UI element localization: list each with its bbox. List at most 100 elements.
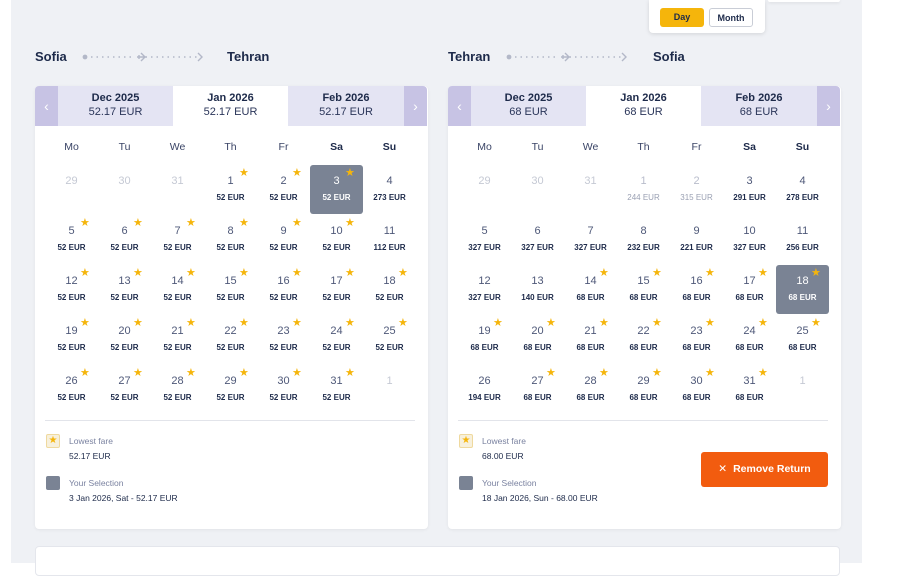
day-cell[interactable]: 15 ★ 68 EUR <box>617 265 670 303</box>
day-cell[interactable]: 26 194 EUR <box>458 365 511 402</box>
day-cell[interactable]: 20 ★ 52 EUR <box>98 315 151 353</box>
day-number: 29 <box>65 175 78 187</box>
day-cell[interactable]: 8 232 EUR <box>617 215 670 252</box>
return-tab-jan-2026[interactable]: Jan 2026 68 EUR <box>586 86 701 126</box>
day-cell[interactable]: 17 ★ 52 EUR <box>310 265 363 303</box>
day-cell[interactable]: 17 ★ 68 EUR <box>723 265 776 303</box>
day-price: 327 EUR <box>468 293 501 302</box>
day-cell[interactable]: 5 327 EUR <box>458 215 511 252</box>
day-cell[interactable]: 21 ★ 68 EUR <box>564 315 617 353</box>
day-cell[interactable]: 28 ★ 52 EUR <box>151 365 204 403</box>
return-next-month-button[interactable]: › <box>817 86 840 126</box>
day-cell[interactable]: 16 ★ 52 EUR <box>257 265 310 303</box>
outbound-tab-feb-2026[interactable]: Feb 2026 52.17 EUR <box>288 86 404 126</box>
day-cell[interactable]: 14 ★ 52 EUR <box>151 265 204 303</box>
day-cell[interactable]: 22 ★ 52 EUR <box>204 315 257 353</box>
day-price: 52 EUR <box>216 243 245 252</box>
day-number: 4 <box>386 175 393 187</box>
day-price: 52 EUR <box>110 343 139 352</box>
day-price: 52 EUR <box>57 393 86 402</box>
day-cell[interactable]: 29 ★ 52 EUR <box>204 365 257 403</box>
day-cell[interactable]: 30 ★ 52 EUR <box>257 365 310 403</box>
outbound-prev-month-button[interactable]: ‹ <box>35 86 58 126</box>
lowest-fare-star-icon: ★ <box>133 367 143 379</box>
day-cell[interactable]: 24 ★ 52 EUR <box>310 315 363 353</box>
day-cell[interactable]: 13 ★ 52 EUR <box>98 265 151 303</box>
day-cell[interactable]: 11 112 EUR <box>363 215 416 252</box>
tab-month-price: 52.17 EUR <box>203 106 258 118</box>
day-cell[interactable]: 9 221 EUR <box>670 215 723 252</box>
return-tab-dec-2025[interactable]: Dec 2025 68 EUR <box>471 86 586 126</box>
day-cell[interactable]: 1 ★ 52 EUR <box>204 165 257 203</box>
day-cell[interactable]: 23 ★ 68 EUR <box>670 315 723 353</box>
return-tab-feb-2026[interactable]: Feb 2026 68 EUR <box>701 86 817 126</box>
outbound-next-month-button[interactable]: › <box>404 86 427 126</box>
tab-month-label: Feb 2026 <box>322 92 370 104</box>
day-cell[interactable]: 21 ★ 52 EUR <box>151 315 204 353</box>
lowest-fare-star-icon: ★ <box>80 367 90 379</box>
outbound-tab-dec-2025[interactable]: Dec 2025 52.17 EUR <box>58 86 173 126</box>
day-cell[interactable]: 7 327 EUR <box>564 215 617 252</box>
day-cell[interactable]: 6 327 EUR <box>511 215 564 252</box>
lowest-fare-star-icon: ★ <box>345 217 355 229</box>
day-cell[interactable]: 2 315 EUR <box>670 165 723 202</box>
outbound-weekday-header: Mo Tu We Th Fr Sa Su <box>45 141 416 155</box>
day-cell[interactable]: 25 ★ 52 EUR <box>363 315 416 353</box>
day-cell[interactable]: 12 ★ 52 EUR <box>45 265 98 303</box>
day-cell[interactable]: 9 ★ 52 EUR <box>257 215 310 253</box>
day-cell[interactable]: 16 ★ 68 EUR <box>670 265 723 303</box>
day-price: 68 EUR <box>523 393 552 402</box>
lowest-fare-star-icon: ★ <box>186 367 196 379</box>
day-cell[interactable]: 4 273 EUR <box>363 165 416 202</box>
return-prev-month-button[interactable]: ‹ <box>448 86 471 126</box>
legend-divider <box>458 420 828 421</box>
day-cell[interactable]: 2 ★ 52 EUR <box>257 165 310 203</box>
day-price: 68 EUR <box>523 343 552 352</box>
day-cell[interactable]: 15 ★ 52 EUR <box>204 265 257 303</box>
day-cell[interactable]: 10 327 EUR <box>723 215 776 252</box>
day-price: 68 EUR <box>682 343 711 352</box>
day-cell[interactable]: 12 327 EUR <box>458 265 511 302</box>
selected-day-cell[interactable]: 3 ★ 52 EUR <box>310 165 363 214</box>
day-cell[interactable]: 31 ★ 68 EUR <box>723 365 776 403</box>
day-cell[interactable]: 31 ★ 52 EUR <box>310 365 363 403</box>
lowest-fare-star-icon: ★ <box>758 317 768 329</box>
flight-path-icon <box>82 52 203 62</box>
day-cell[interactable]: 14 ★ 68 EUR <box>564 265 617 303</box>
day-cell[interactable]: 27 ★ 68 EUR <box>511 365 564 403</box>
day-cell: 1 <box>363 365 416 401</box>
day-cell[interactable]: 7 ★ 52 EUR <box>151 215 204 253</box>
day-cell[interactable]: 19 ★ 68 EUR <box>458 315 511 353</box>
day-price: 52 EUR <box>269 343 298 352</box>
day-cell[interactable]: 23 ★ 52 EUR <box>257 315 310 353</box>
day-cell[interactable]: 22 ★ 68 EUR <box>617 315 670 353</box>
day-cell[interactable]: 25 ★ 68 EUR <box>776 315 829 353</box>
day-cell[interactable]: 26 ★ 52 EUR <box>45 365 98 403</box>
day-cell[interactable]: 1 244 EUR <box>617 165 670 202</box>
day-view-button[interactable]: Day <box>660 8 704 27</box>
day-cell[interactable]: 19 ★ 52 EUR <box>45 315 98 353</box>
day-cell[interactable]: 18 ★ 52 EUR <box>363 265 416 303</box>
day-cell[interactable]: 4 278 EUR <box>776 165 829 202</box>
outbound-tab-jan-2026[interactable]: Jan 2026 52.17 EUR <box>173 86 288 126</box>
month-view-button[interactable]: Month <box>709 8 753 27</box>
remove-return-button[interactable]: ✕ Remove Return <box>701 452 828 487</box>
day-cell[interactable]: 28 ★ 68 EUR <box>564 365 617 403</box>
day-cell[interactable]: 6 ★ 52 EUR <box>98 215 151 253</box>
day-number: 13 <box>531 275 544 287</box>
day-cell[interactable]: 10 ★ 52 EUR <box>310 215 363 253</box>
day-cell[interactable]: 27 ★ 52 EUR <box>98 365 151 403</box>
day-cell[interactable]: 13 140 EUR <box>511 265 564 302</box>
selected-day-cell[interactable]: 18 ★ 68 EUR <box>776 265 829 314</box>
day-price: 68 EUR <box>682 393 711 402</box>
day-cell[interactable]: 11 256 EUR <box>776 215 829 252</box>
day-cell[interactable]: 3 291 EUR <box>723 165 776 202</box>
outbound-day-grid: 29 30 31 1 ★ 52 EUR 2 ★ 52 EUR 3 ★ 52 EUR 4 273 EUR 5 ★… <box>45 165 416 415</box>
day-cell[interactable]: 30 ★ 68 EUR <box>670 365 723 403</box>
day-cell[interactable]: 24 ★ 68 EUR <box>723 315 776 353</box>
day-cell[interactable]: 8 ★ 52 EUR <box>204 215 257 253</box>
day-cell[interactable]: 5 ★ 52 EUR <box>45 215 98 253</box>
selection-swatch-icon <box>459 476 473 490</box>
day-cell[interactable]: 20 ★ 68 EUR <box>511 315 564 353</box>
day-cell[interactable]: 29 ★ 68 EUR <box>617 365 670 403</box>
